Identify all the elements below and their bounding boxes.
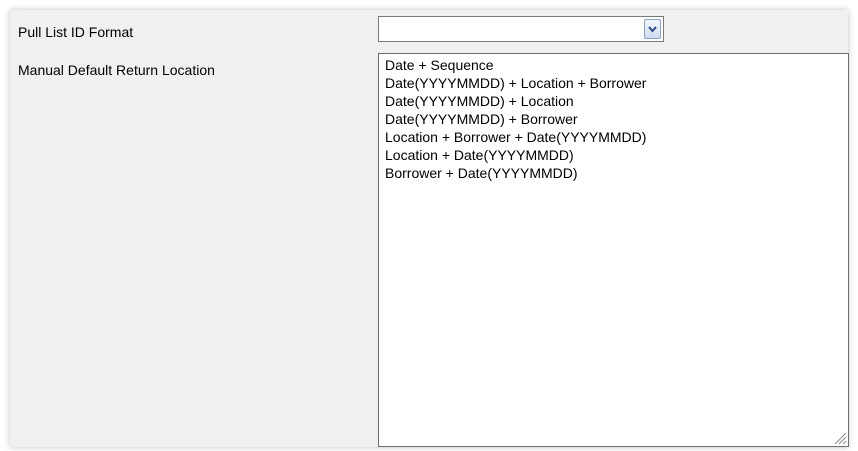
pull-list-id-format-label: Pull List ID Format [18,24,134,40]
list-item[interactable]: Date(YYYYMMDD) + Location [385,92,848,110]
dropdown-button[interactable] [644,19,661,39]
list-item[interactable]: Date(YYYYMMDD) + Borrower [385,110,848,128]
window-frame: Pull List ID Format Manual Default Retur… [0,0,858,451]
list-item[interactable]: Borrower + Date(YYYYMMDD) [385,164,848,182]
chevron-down-icon [648,25,657,33]
list-item[interactable]: Location + Date(YYYYMMDD) [385,146,848,164]
list-item[interactable]: Date + Sequence [385,56,848,74]
list-item[interactable]: Location + Borrower + Date(YYYYMMDD) [385,128,848,146]
pull-list-id-format-dropdown[interactable] [378,16,664,42]
settings-panel: Pull List ID Format Manual Default Retur… [10,10,849,447]
list-item[interactable]: Date(YYYYMMDD) + Location + Borrower [385,74,848,92]
resize-grip-icon[interactable] [833,431,847,445]
pull-list-format-options-list[interactable]: Date + Sequence Date(YYYYMMDD) + Locatio… [378,53,849,447]
options-list: Date + Sequence Date(YYYYMMDD) + Locatio… [379,54,848,182]
manual-default-return-location-label: Manual Default Return Location [18,62,215,78]
